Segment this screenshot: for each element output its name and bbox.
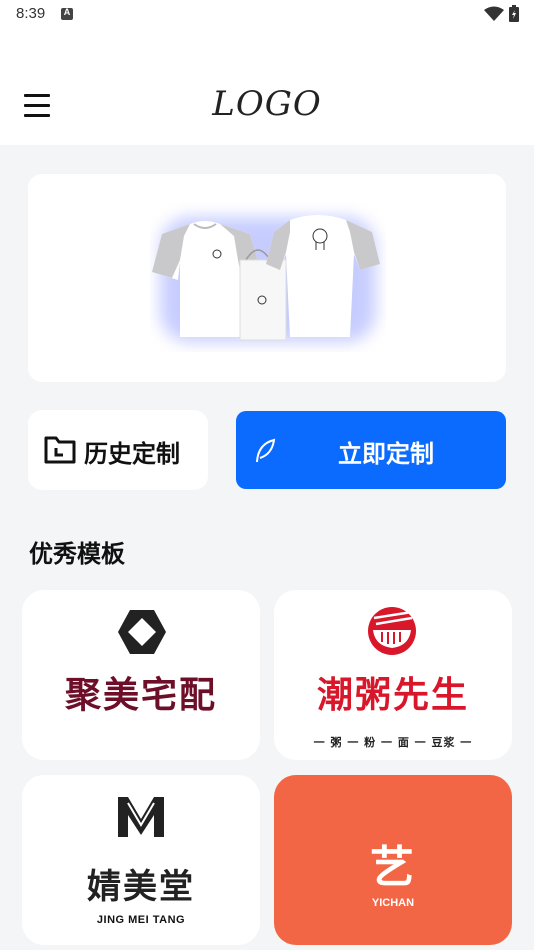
history-custom-label: 历史定制 xyxy=(84,440,180,468)
app-bar: LOGO xyxy=(0,28,534,145)
menu-button[interactable] xyxy=(22,94,54,120)
template-card[interactable]: 婧美堂 JING MEI TANG xyxy=(22,775,260,945)
tshirt-product-image xyxy=(152,215,380,342)
status-bar: 8:39 A xyxy=(0,0,534,28)
template-card[interactable]: 聚美宅配 xyxy=(22,590,260,760)
template-name: 聚美宅配 xyxy=(64,675,217,716)
m-monogram-icon xyxy=(118,797,164,837)
custom-now-label: 立即定制 xyxy=(338,440,434,468)
template-name: 潮粥先生 xyxy=(316,675,469,716)
template-card[interactable]: 艺 YICHAN xyxy=(274,775,512,945)
notification-icon: A xyxy=(61,7,73,20)
template-card[interactable]: 潮粥先生 一 粥 一 粉 一 面 一 豆浆 一 xyxy=(274,590,512,760)
app-logo: LOGO xyxy=(212,84,322,124)
history-custom-button[interactable]: 历史定制 xyxy=(28,410,208,490)
section-title: 优秀模板 xyxy=(29,540,125,568)
menu-icon-line xyxy=(24,114,50,117)
template-tagline: JING MEI TANG xyxy=(96,914,186,926)
status-time: 8:39 xyxy=(16,5,46,22)
template-tagline: 一 粥 一 粉 一 面 一 豆浆 一 xyxy=(313,736,473,749)
battery-icon xyxy=(509,5,519,22)
template-tagline: YICHAN xyxy=(371,897,415,909)
menu-icon-line xyxy=(24,104,50,107)
custom-now-button[interactable]: 立即定制 xyxy=(236,411,506,489)
menu-icon-line xyxy=(24,94,50,97)
template-name: 艺 xyxy=(370,842,416,893)
notification-letter: A xyxy=(63,7,71,17)
wifi-icon xyxy=(484,6,504,21)
folder-icon xyxy=(44,436,76,464)
noodle-bowl-icon xyxy=(368,607,416,655)
template-name: 婧美堂 xyxy=(87,867,195,907)
banner[interactable] xyxy=(28,174,506,382)
hexagon-logo-icon xyxy=(118,610,166,654)
